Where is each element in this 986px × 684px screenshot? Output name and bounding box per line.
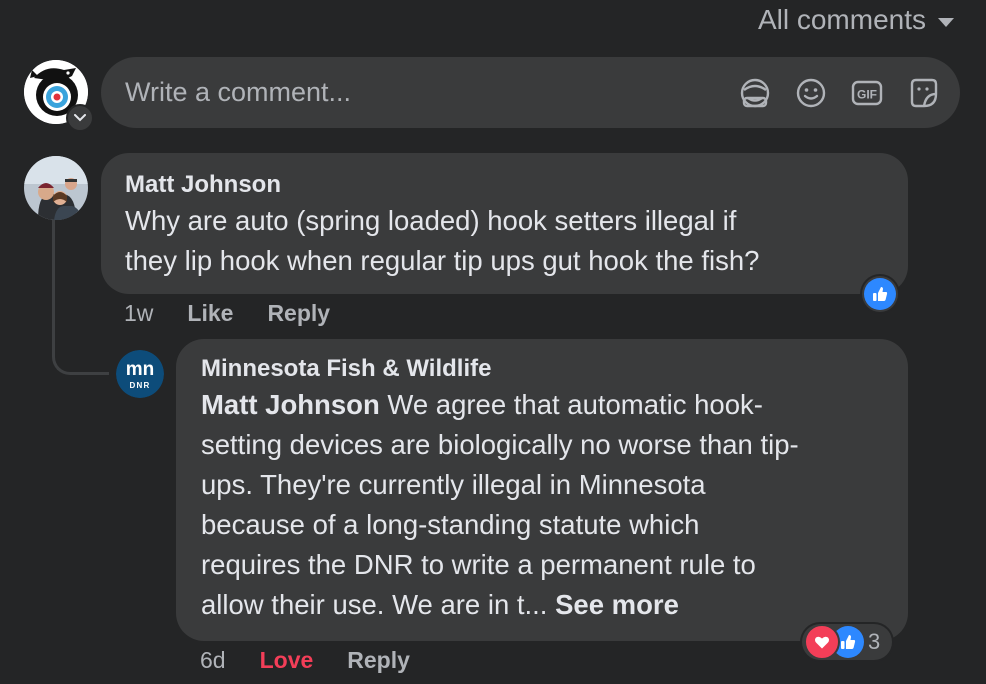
reply-button[interactable]: Reply: [347, 647, 410, 674]
gif-icon[interactable]: GIF: [850, 76, 884, 110]
comment-text-fragment: We agree that automatic hook-: [379, 389, 763, 420]
like-reaction-icon: [864, 278, 896, 310]
comment-text-line: requires the DNR to write a permanent ru…: [201, 549, 756, 580]
comment-filter-label: All comments: [757, 4, 926, 35]
matt-johnson-avatar[interactable]: [24, 156, 88, 220]
profile-photo: [24, 156, 88, 220]
comment-text-line: Matt Johnson We agree that automatic hoo…: [201, 385, 883, 425]
comment-filter-dropdown[interactable]: All comments: [758, 4, 954, 36]
dnr-logo-icon: mn DNR: [116, 350, 164, 398]
comment-actions: 6d Love Reply: [200, 647, 444, 674]
svg-text:DNR: DNR: [130, 381, 151, 390]
svg-text:mn: mn: [126, 359, 155, 380]
comment-text-line: they lip hook when regular tip ups gut h…: [125, 245, 760, 276]
comment-text-line: Why are auto (spring loaded) hook setter…: [125, 205, 737, 236]
svg-text:GIF: GIF: [857, 87, 877, 101]
see-more-link[interactable]: See more: [555, 589, 679, 620]
comment-actions: 1w Like Reply: [124, 300, 364, 327]
comment-bubble: Matt Johnson Why are auto (spring loaded…: [101, 153, 908, 294]
comment-author[interactable]: Minnesota Fish & Wildlife: [201, 355, 883, 383]
sticker-icon[interactable]: [906, 76, 940, 110]
comment-text-fragment: allow their use. We are in t...: [201, 589, 556, 620]
comment-text-line: because of a long-standing statute which: [201, 509, 700, 540]
comment-author[interactable]: Matt Johnson: [125, 171, 884, 199]
love-button[interactable]: Love: [260, 647, 314, 674]
comment-reactions[interactable]: 3: [802, 624, 893, 660]
chevron-down-icon: [74, 114, 86, 122]
profile-switch-chevron[interactable]: [66, 104, 94, 132]
reply-button[interactable]: Reply: [267, 300, 330, 327]
caret-down-icon: [938, 17, 954, 27]
avatar-sticker-icon[interactable]: [738, 76, 772, 110]
comment-text-line: allow their use. We are in t... See more: [201, 585, 883, 625]
reply-bubble: Minnesota Fish & Wildlife Matt Johnson W…: [176, 339, 908, 641]
comment-text: Why are auto (spring loaded) hook setter…: [125, 201, 884, 281]
mention-link[interactable]: Matt Johnson: [201, 389, 380, 420]
comment-composer: GIF: [101, 57, 960, 128]
comment-text-line: setting devices are biologically no wors…: [201, 429, 799, 460]
comment-text-line: ups. They're currently illegal in Minnes…: [201, 469, 706, 500]
comment-timestamp[interactable]: 1w: [124, 300, 153, 327]
comment-text: Matt Johnson We agree that automatic hoo…: [201, 385, 883, 625]
reaction-count: 3: [868, 629, 881, 654]
comment-reactions[interactable]: [862, 276, 898, 312]
comments-section: All comments Write a comment... GIF Matt…: [0, 0, 986, 684]
comment-input[interactable]: [101, 76, 738, 109]
comment-timestamp[interactable]: 6d: [200, 647, 226, 674]
minnesota-dnr-avatar[interactable]: mn DNR: [116, 350, 164, 398]
emoji-icon[interactable]: [794, 76, 828, 110]
love-reaction-icon: [804, 624, 840, 660]
like-button[interactable]: Like: [187, 300, 233, 327]
